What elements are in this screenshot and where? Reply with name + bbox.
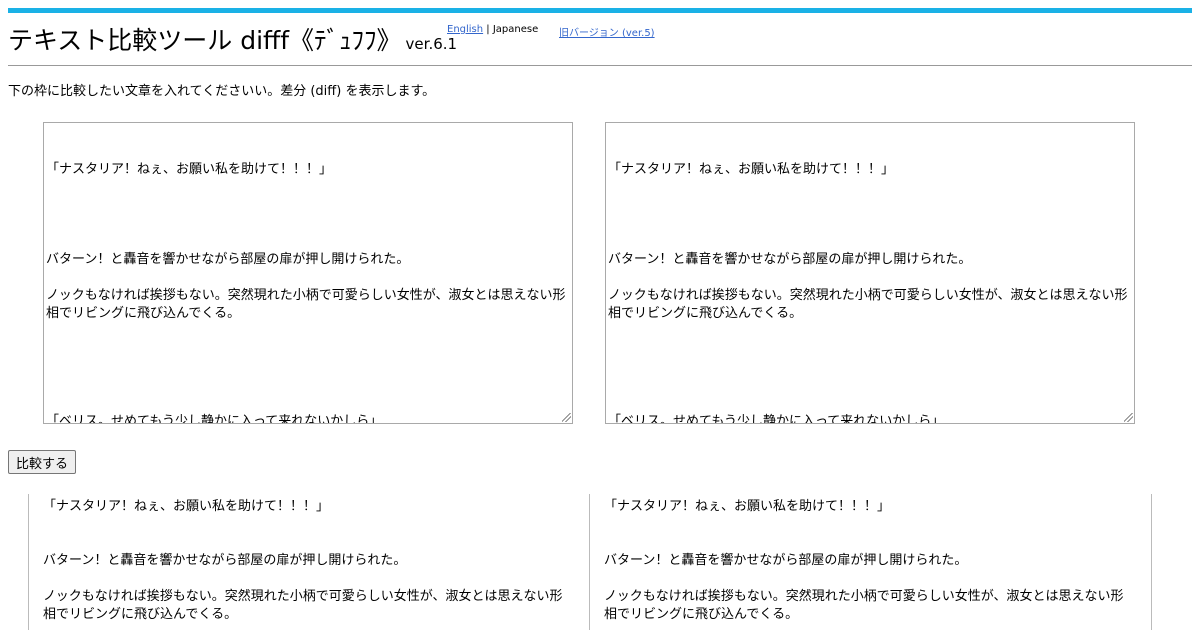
- right-input-line: [608, 233, 1132, 251]
- language-separator: |: [486, 24, 490, 35]
- result-right-line: ノックもなければ挨拶もない。突然現れた小柄で可愛らしい女性が、淑女とは思えない形…: [604, 589, 1124, 622]
- diff-result-left: 「ナスタリア！ねぇ、お願い私を助けて！！！」バターン！と轟音を響かせながら部屋の…: [43, 498, 573, 624]
- right-input-line: ノックもなければ挨拶もない。突然現れた小柄で可愛らしい女性が、淑女とは思えない形…: [608, 288, 1128, 321]
- right-input-line: [608, 215, 1132, 233]
- left-input-content: 「ナスタリア！ねぇ、お願い私を助けて！！！」バターン！と轟音を響かせながら部屋の…: [46, 161, 570, 424]
- right-input-line: [608, 179, 1132, 197]
- left-input-line: [46, 179, 570, 197]
- left-input-line: [46, 395, 570, 413]
- right-input-content: 「ナスタリア！ねぇ、お願い私を助けて！！！」バターン！と轟音を響かせながら部屋の…: [608, 161, 1132, 424]
- right-input-line: [608, 395, 1132, 413]
- left-input-line: 「ナスタリア！ねぇ、お願い私を助けて！！！」: [46, 162, 333, 177]
- accent-top-bar: [8, 8, 1192, 13]
- result-left-line: [43, 516, 573, 534]
- intro-text: 下の枠に比較したい文章を入れてくださいい。差分 (diff) を表示します。: [8, 84, 436, 99]
- left-input-line: [46, 341, 570, 359]
- header-divider: [8, 65, 1192, 66]
- language-switcher: English | Japanese: [447, 24, 538, 35]
- right-input-line: 「ナスタリア！ねぇ、お願い私を助けて！！！」: [608, 162, 895, 177]
- left-input-line: [46, 377, 570, 395]
- result-left-line: [43, 534, 573, 552]
- right-input-line: [608, 269, 1132, 287]
- left-input-line: [46, 269, 570, 287]
- compare-button[interactable]: 比較する: [8, 450, 77, 474]
- japanese-label: Japanese: [492, 24, 539, 35]
- result-right-line: [604, 570, 1134, 588]
- version-label: ver.6.1: [405, 35, 458, 53]
- left-resize-handle[interactable]: [562, 413, 571, 422]
- diff-result-right: 「ナスタリア！ねぇ、お願い私を助けて！！！」バターン！と轟音を響かせながら部屋の…: [604, 498, 1134, 624]
- right-input-line: [608, 323, 1132, 341]
- right-input-line: [608, 197, 1132, 215]
- page-title: テキスト比較ツール difff《ﾃﾞｭﾌﾌ》 ver.6.1: [8, 26, 457, 59]
- right-resize-handle[interactable]: [1124, 413, 1133, 422]
- result-right-line: [604, 534, 1134, 552]
- right-input-line: 「ベリス。せめてもう少し静かに入って来れないかしら」: [608, 414, 945, 424]
- result-right-line: 「ナスタリア！ねぇ、お願い私を助けて！！！」: [604, 499, 891, 514]
- right-input-line: バターン！と轟音を響かせながら部屋の扉が押し開けられた。: [608, 252, 972, 267]
- english-link[interactable]: English: [447, 24, 483, 35]
- left-input-line: [46, 323, 570, 341]
- left-input-line: [46, 233, 570, 251]
- result-left-line: 「ナスタリア！ねぇ、お願い私を助けて！！！」: [43, 499, 330, 514]
- result-left-line: [43, 570, 573, 588]
- left-input-line: [46, 215, 570, 233]
- left-text-input[interactable]: 「ナスタリア！ねぇ、お願い私を助けて！！！」バターン！と轟音を響かせながら部屋の…: [43, 122, 573, 424]
- result-left-border: [28, 494, 29, 630]
- result-left-line: ノックもなければ挨拶もない。突然現れた小柄で可愛らしい女性が、淑女とは思えない形…: [43, 589, 563, 622]
- result-right-line: [604, 516, 1134, 534]
- result-left-line: バターン！と轟音を響かせながら部屋の扉が押し開けられた。: [43, 553, 407, 568]
- right-input-line: [608, 377, 1132, 395]
- left-input-line: ノックもなければ挨拶もない。突然現れた小柄で可愛らしい女性が、淑女とは思えない形…: [46, 288, 566, 321]
- result-right-line: バターン！と轟音を響かせながら部屋の扉が押し開けられた。: [604, 553, 968, 568]
- right-input-line: [608, 341, 1132, 359]
- old-version-link[interactable]: 旧バージョン (ver.5): [559, 24, 655, 39]
- result-middle-border: [589, 494, 590, 630]
- title-text: テキスト比較ツール difff《ﾃﾞｭﾌﾌ》: [8, 26, 402, 55]
- right-text-input[interactable]: 「ナスタリア！ねぇ、お願い私を助けて！！！」バターン！と轟音を響かせながら部屋の…: [605, 122, 1135, 424]
- left-input-line: バターン！と轟音を響かせながら部屋の扉が押し開けられた。: [46, 252, 410, 267]
- left-input-line: [46, 197, 570, 215]
- result-right-border: [1151, 494, 1152, 630]
- right-input-line: [608, 359, 1132, 377]
- left-input-line: [46, 359, 570, 377]
- left-input-line: 「ベリス。せめてもう少し静かに入って来れないかしら」: [46, 414, 383, 424]
